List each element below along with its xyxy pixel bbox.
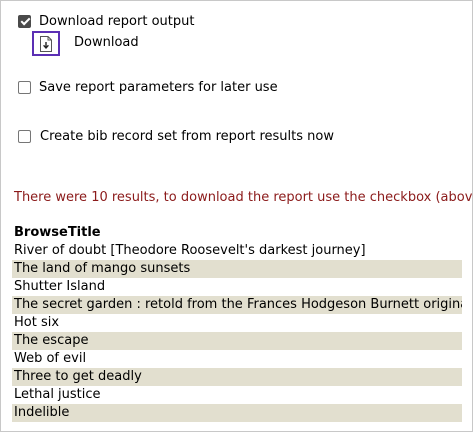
download-button[interactable] [32,31,60,56]
create-bib-set-label[interactable]: Create bib record set from report result… [40,129,334,144]
download-link[interactable]: Download [74,35,139,50]
download-file-icon [40,35,52,52]
save-parameters-label[interactable]: Save report parameters for later use [39,80,278,95]
save-parameters-option: Save report parameters for later use [18,79,278,95]
table-row: The escape [12,332,462,350]
report-output-panel: Download report output Download Save rep… [0,0,473,432]
column-header-browse-title: BrowseTitle [14,225,101,240]
table-row: Lethal justice [14,387,101,402]
table-row: Hot six [14,315,60,330]
table-row: The land of mango sunsets [12,260,462,278]
table-row: Indelible [12,404,462,422]
download-output-label[interactable]: Download report output [39,14,194,29]
create-bib-set-checkbox[interactable] [18,129,31,143]
download-output-checkbox[interactable] [18,14,31,28]
results-table: BrowseTitle River of doubt [Theodore Roo… [12,224,462,422]
result-count-message: There were 10 results, to download the r… [14,190,473,205]
table-row: Three to get deadly [12,368,462,386]
table-row: The secret garden : retold from the Fran… [12,296,462,314]
save-parameters-checkbox[interactable] [18,80,31,94]
table-row: Shutter Island [14,279,106,294]
create-bib-set-option: Create bib record set from report result… [18,128,334,144]
table-row: Web of evil [14,351,87,366]
download-output-option: Download report output [18,13,194,29]
table-row: River of doubt [Theodore Roosevelt's dar… [14,243,366,258]
